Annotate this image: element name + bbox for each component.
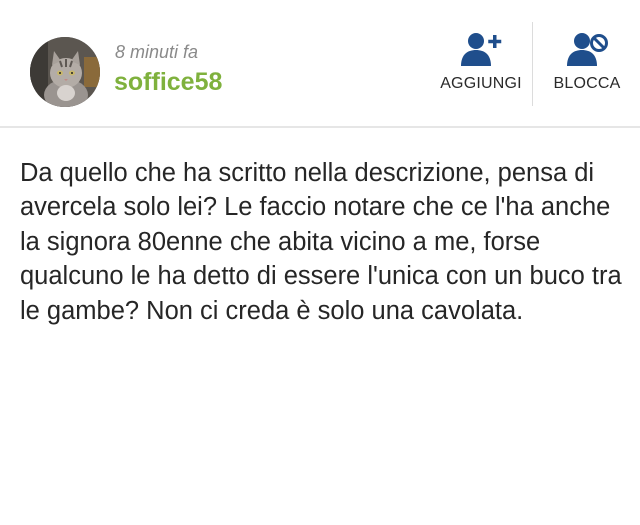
avatar[interactable] xyxy=(30,37,100,107)
cat-avatar-icon xyxy=(30,37,100,107)
add-label: AGGIUNGI xyxy=(440,75,522,92)
block-button[interactable]: BLOCCA xyxy=(538,28,636,100)
post-header: 8 minuti fa soffice58 AGGIUNGI BLOCCA xyxy=(0,0,640,128)
add-user-icon xyxy=(461,33,502,66)
divider xyxy=(532,22,533,106)
add-button[interactable]: AGGIUNGI xyxy=(432,28,530,100)
block-user-icon xyxy=(567,33,608,66)
post-time: 8 minuti fa xyxy=(115,42,199,62)
username[interactable]: soffice58 xyxy=(114,68,222,97)
block-label: BLOCCA xyxy=(553,75,621,92)
post-message: Da quello che ha scritto nella descrizio… xyxy=(20,159,622,325)
